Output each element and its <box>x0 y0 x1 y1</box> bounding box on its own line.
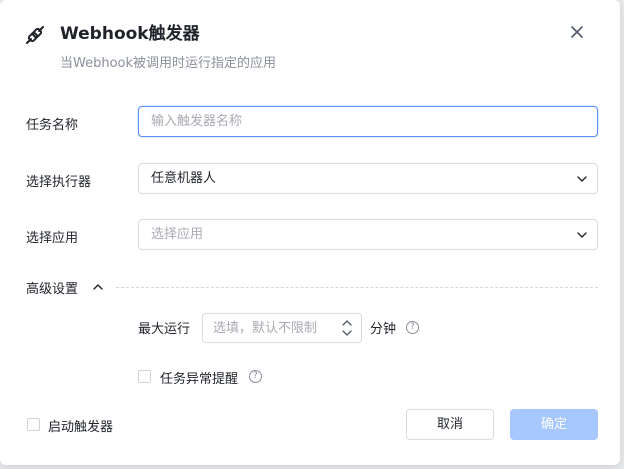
chevron-down-icon <box>577 176 587 182</box>
chevron-up-icon[interactable] <box>92 282 104 292</box>
webhook-trigger-dialog: Webhook触发器 当Webhook被调用时运行指定的应用 任务名称 选择执行… <box>0 0 620 465</box>
enable-trigger-label: 启动触发器 <box>48 420 114 435</box>
close-icon[interactable] <box>568 23 586 41</box>
task-alert-checkbox[interactable] <box>138 370 151 383</box>
section-divider <box>116 287 598 288</box>
confirm-button[interactable]: 确定 <box>510 409 598 440</box>
advanced-settings-label[interactable]: 高级设置 <box>26 278 78 297</box>
executor-select-value: 任意机器人 <box>151 171 217 186</box>
task-name-label: 任务名称 <box>26 118 79 133</box>
max-run-label: 最大运行 <box>138 322 191 337</box>
enable-trigger-checkbox[interactable] <box>27 418 40 431</box>
help-icon[interactable]: ? <box>406 321 419 334</box>
chevron-down-icon <box>577 232 587 238</box>
app-select[interactable]: 选择应用 <box>138 219 598 250</box>
dialog-title: Webhook触发器 <box>60 24 200 44</box>
dialog-subtitle: 当Webhook被调用时运行指定的应用 <box>60 56 277 71</box>
help-icon[interactable]: ? <box>249 370 262 383</box>
cancel-button[interactable]: 取消 <box>406 409 494 440</box>
max-run-input[interactable] <box>202 313 362 343</box>
app-label: 选择应用 <box>26 231 79 246</box>
task-alert-label: 任务异常提醒 <box>160 372 239 387</box>
max-run-unit: 分钟 <box>370 322 397 337</box>
executor-label: 选择执行器 <box>26 175 92 190</box>
number-stepper-icon[interactable] <box>340 317 354 339</box>
executor-select[interactable]: 任意机器人 <box>138 163 598 194</box>
app-select-placeholder: 选择应用 <box>151 227 204 242</box>
webhook-link-icon <box>26 26 44 44</box>
task-name-input[interactable] <box>138 106 598 137</box>
